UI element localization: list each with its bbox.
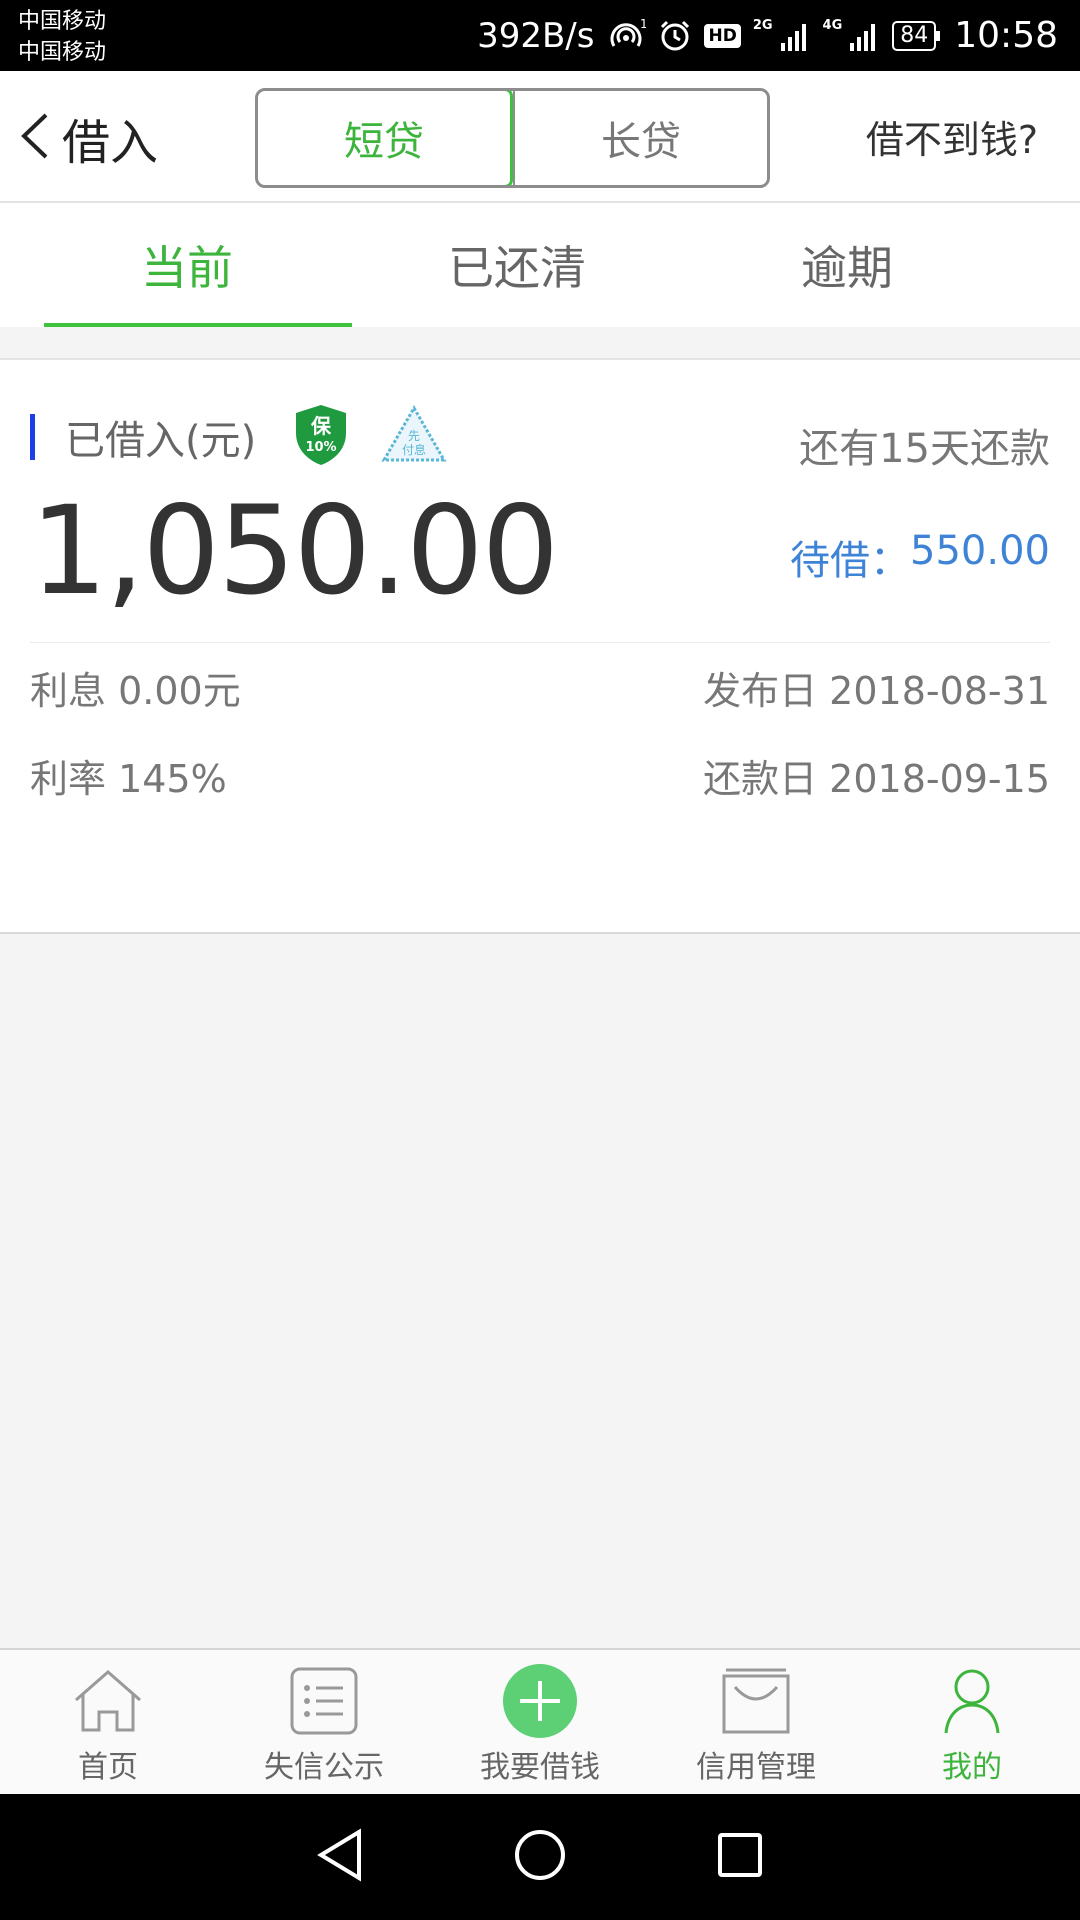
- back-button[interactable]: 借入: [18, 103, 158, 173]
- prepaid-interest-icon: 先 付息: [380, 404, 448, 470]
- network-type-1: 2G: [752, 18, 773, 33]
- nav-mine[interactable]: 我的: [864, 1650, 1080, 1794]
- segment-long-loan[interactable]: 长贷: [513, 91, 767, 185]
- system-recents-button[interactable]: [700, 1817, 780, 1897]
- nav-credit[interactable]: 信用管理: [648, 1650, 864, 1794]
- battery-icon: 84: [892, 20, 941, 51]
- hd-badge: HD: [704, 23, 741, 48]
- triangle-back-icon: [315, 1828, 365, 1886]
- signal-icon: [848, 21, 880, 51]
- page-title: 借入: [62, 115, 159, 171]
- tab-current[interactable]: 当前: [22, 203, 352, 327]
- header: 借入 短贷 长贷 借不到钱?: [0, 71, 1080, 203]
- screen: 中国移动 中国移动 392B/s 1 HD 2G 4G 84 10:58 借入 …: [0, 0, 1080, 1920]
- tab-overdue[interactable]: 逾期: [682, 203, 1012, 327]
- publish-date: 发布日 2018-08-31: [703, 669, 1050, 713]
- borrowed-amount: 1,050.00: [30, 480, 559, 622]
- tab-paid-off[interactable]: 已还清: [352, 203, 682, 327]
- tri-line2: 付息: [402, 442, 426, 457]
- pending-amount: 待借： 550.00: [790, 528, 1050, 586]
- nav-borrow[interactable]: 我要借钱: [432, 1650, 648, 1794]
- guarantee-shield-icon: 保 10%: [292, 403, 350, 471]
- svg-text:1: 1: [640, 18, 646, 31]
- chevron-left-icon: [18, 111, 52, 165]
- hotspot-icon: 1: [606, 18, 646, 54]
- inbox-icon: [721, 1660, 791, 1742]
- system-home-button[interactable]: [500, 1817, 580, 1897]
- help-link[interactable]: 借不到钱?: [866, 109, 1038, 164]
- segment-short-loan[interactable]: 短贷: [258, 91, 513, 185]
- accent-bar: [30, 414, 35, 460]
- days-left: 还有15天还款: [799, 426, 1050, 472]
- nav-dishonesty-label: 失信公示: [264, 1750, 384, 1785]
- loan-card[interactable]: 已借入(元) 保 10% 先 付息 还有15天还款 1,050.00 待借： 5…: [0, 358, 1080, 934]
- plus-circle-icon: [502, 1660, 578, 1742]
- system-back-button[interactable]: [300, 1817, 380, 1897]
- nav-borrow-label: 我要借钱: [480, 1750, 600, 1785]
- pending-value: 550.00: [910, 528, 1050, 574]
- status-icons: 392B/s 1 HD 2G 4G 84 10:58: [477, 0, 1058, 71]
- card-label-row: 已借入(元) 保 10% 先 付息: [30, 402, 448, 472]
- interest-rate: 利率 145%: [30, 757, 227, 801]
- network-speed: 392B/s: [477, 15, 595, 56]
- tri-line1: 先: [408, 429, 420, 443]
- nav-mine-label: 我的: [942, 1750, 1002, 1785]
- divider: [30, 642, 1050, 643]
- nav-credit-label: 信用管理: [696, 1750, 816, 1785]
- square-recents-icon: [716, 1831, 764, 1883]
- user-icon: [942, 1660, 1002, 1742]
- circle-home-icon: [513, 1828, 567, 1886]
- status-bar: 中国移动 中国移动 392B/s 1 HD 2G 4G 84 10:58: [0, 0, 1080, 71]
- pending-label: 待借：: [790, 538, 911, 584]
- shield-pct-text: 10%: [306, 440, 337, 455]
- clock: 10:58: [954, 15, 1058, 56]
- carrier-2: 中国移动: [18, 40, 107, 65]
- alarm-icon: [658, 19, 692, 53]
- status-tabs: 当前 已还清 逾期: [0, 203, 1080, 327]
- nav-dishonesty[interactable]: 失信公示: [216, 1650, 432, 1794]
- bottom-nav: 首页 失信公示 我要借钱 信用管理 我的: [0, 1648, 1080, 1794]
- signal-icon: [779, 21, 811, 51]
- shield-top-text: 保: [310, 414, 332, 438]
- carrier-1: 中国移动: [18, 9, 107, 34]
- borrowed-label: 已借入(元): [65, 418, 257, 464]
- loan-type-switch: 短贷 长贷: [255, 88, 770, 188]
- repay-date: 还款日 2018-09-15: [703, 757, 1050, 801]
- carrier-info: 中国移动 中国移动: [18, 6, 106, 68]
- nav-home[interactable]: 首页: [0, 1650, 216, 1794]
- system-nav-bar: [0, 1794, 1080, 1920]
- home-icon: [71, 1660, 145, 1742]
- list-icon: [289, 1660, 359, 1742]
- network-type-2: 4G: [822, 18, 843, 33]
- nav-home-label: 首页: [78, 1750, 138, 1785]
- interest-info: 利息 0.00元: [30, 669, 241, 713]
